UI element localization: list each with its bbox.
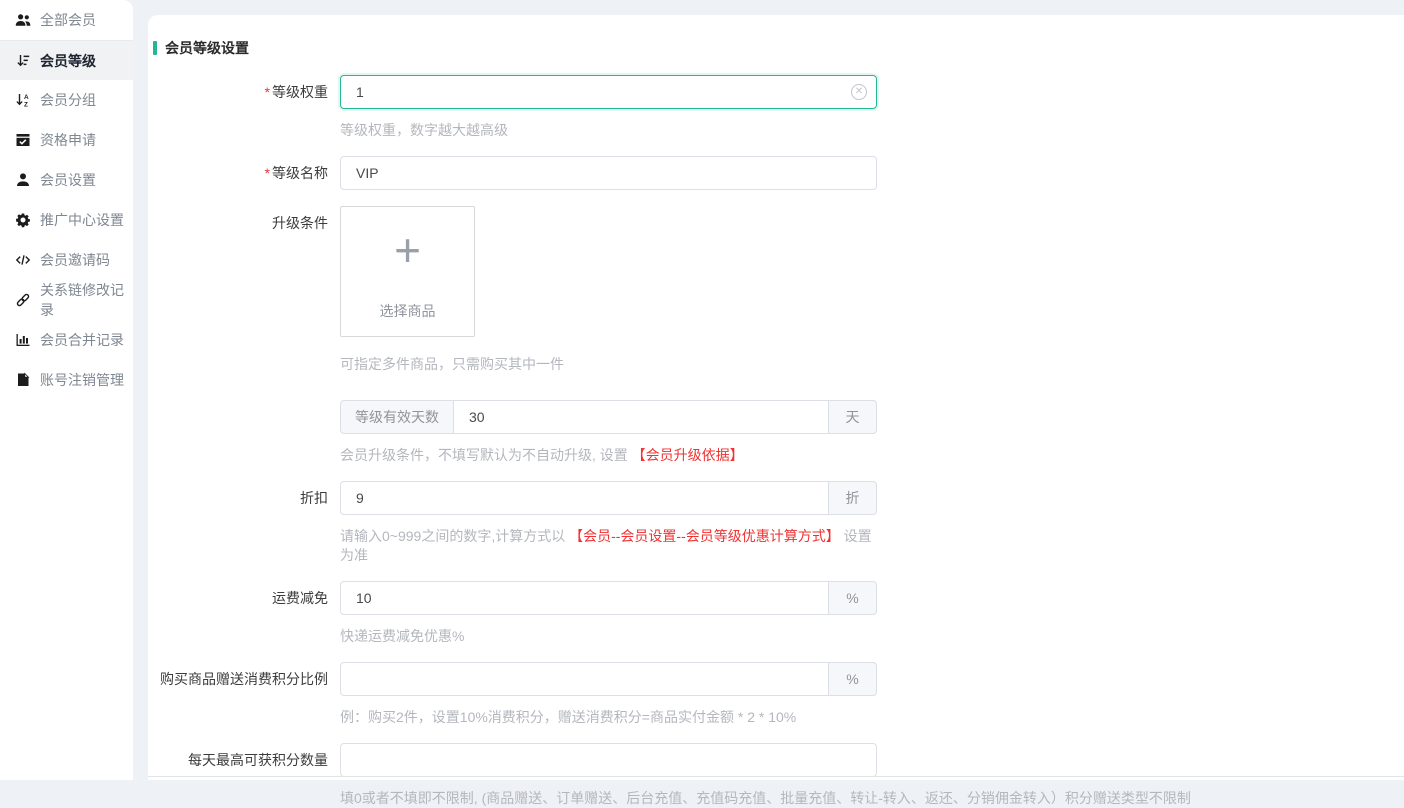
- code-icon: [14, 252, 31, 269]
- points-ratio-unit: %: [829, 662, 877, 696]
- sidebar-item-label: 推广中心设置: [40, 210, 124, 230]
- sidebar-item-label: 会员邀请码: [40, 250, 110, 270]
- sidebar: 全部会员 会员等级 AZ 会员分组 资格申请 会员设置 推广中心设置 会员邀请码…: [0, 0, 133, 780]
- level-weight-input[interactable]: [340, 75, 877, 109]
- select-product-text: 选择商品: [380, 301, 436, 321]
- level-name-input[interactable]: [340, 156, 877, 190]
- sidebar-item-member-settings[interactable]: 会员设置: [0, 160, 133, 200]
- daily-max-points-input[interactable]: [340, 743, 877, 777]
- sidebar-item-merge-log[interactable]: 会员合并记录: [0, 320, 133, 360]
- level-weight-input-wrap: ✕: [340, 75, 877, 109]
- link-icon: [14, 292, 31, 309]
- form-row-level-name: *等级名称: [153, 156, 1404, 190]
- upgrade-condition-label: 升级条件: [153, 206, 340, 240]
- shipping-discount-input[interactable]: [340, 581, 829, 615]
- form-row-level-weight: *等级权重 ✕ 等级权重，数字越大越高级: [153, 75, 1404, 140]
- file-copy-icon: [14, 372, 31, 389]
- level-name-label: *等级名称: [153, 156, 340, 190]
- sidebar-item-account-cancellation[interactable]: 账号注销管理: [0, 360, 133, 400]
- sidebar-item-label: 会员设置: [40, 170, 96, 190]
- required-mark: *: [265, 84, 270, 100]
- card-bottom-divider: [148, 776, 1404, 777]
- inbox-check-icon: [14, 132, 31, 149]
- discount-help: 请输入0~999之间的数字,计算方式以 【会员--会员设置--会员等级优惠计算方…: [340, 527, 877, 565]
- sidebar-item-all-members[interactable]: 全部会员: [0, 0, 133, 40]
- sort-alpha-icon: AZ: [14, 92, 31, 109]
- sidebar-item-label: 资格申请: [40, 130, 96, 150]
- sidebar-item-label: 账号注销管理: [40, 370, 124, 390]
- sidebar-item-label: 关系链修改记录: [40, 280, 133, 320]
- form-row-upgrade-condition: 升级条件 + 选择商品 可指定多件商品，只需购买其中一件: [153, 206, 1404, 374]
- form-row-shipping-discount: 运费减免 % 快递运费减免优惠%: [153, 581, 1404, 646]
- daily-max-points-input-wrap: [340, 743, 877, 777]
- form-row-discount: 折扣 折 请输入0~999之间的数字,计算方式以 【会员--会员设置--会员等级…: [153, 481, 1404, 565]
- discount-input[interactable]: [340, 481, 829, 515]
- level-weight-label: *等级权重: [153, 75, 340, 140]
- svg-text:Z: Z: [24, 102, 28, 109]
- valid-days-input[interactable]: [453, 400, 829, 434]
- valid-days-prepend: 等级有效天数: [340, 400, 453, 434]
- valid-days-help: 会员升级条件，不填写默认为不自动升级, 设置 【会员升级依据】: [340, 446, 877, 465]
- sidebar-item-label: 会员等级: [40, 51, 96, 71]
- discount-unit: 折: [829, 481, 877, 515]
- page-title: 会员等级设置: [153, 38, 1404, 58]
- valid-days-group: 等级有效天数 天: [340, 400, 877, 434]
- daily-max-points-help: 填0或者不填即不限制, (商品赠送、订单赠送、后台充值、充值码充值、批量充值、转…: [340, 789, 1240, 808]
- plus-icon: +: [394, 227, 421, 273]
- discount-calc-link[interactable]: 【会员--会员设置--会员等级优惠计算方式】: [569, 528, 840, 544]
- select-product-uploader[interactable]: + 选择商品: [340, 206, 475, 337]
- sidebar-item-label: 会员分组: [40, 90, 96, 110]
- sidebar-item-relation-log[interactable]: 关系链修改记录: [0, 280, 133, 320]
- sidebar-item-label: 会员合并记录: [40, 330, 124, 350]
- points-ratio-help: 例：购买2件，设置10%消费积分，赠送消费积分=商品实付金额 * 2 * 10%: [340, 708, 877, 727]
- svg-text:A: A: [24, 94, 29, 101]
- valid-days-unit: 天: [829, 400, 877, 434]
- required-mark: *: [265, 165, 270, 181]
- form-row-points-ratio: 购买商品赠送消费积分比例 % 例：购买2件，设置10%消费积分，赠送消费积分=商…: [153, 662, 1404, 727]
- points-ratio-label: 购买商品赠送消费积分比例: [153, 662, 340, 727]
- bar-chart-icon: [14, 332, 31, 349]
- shipping-discount-group: %: [340, 581, 877, 615]
- shipping-discount-label: 运费减免: [153, 581, 340, 646]
- main-panel: 会员等级设置 *等级权重 ✕ 等级权重，数字越大越高级 *等级名称: [148, 15, 1404, 780]
- page-title-text: 会员等级设置: [165, 38, 249, 58]
- discount-label: 折扣: [153, 481, 340, 565]
- user-icon: [14, 172, 31, 189]
- points-ratio-input[interactable]: [340, 662, 829, 696]
- sidebar-item-member-groups[interactable]: AZ 会员分组: [0, 80, 133, 120]
- level-name-input-wrap: [340, 156, 877, 190]
- form-row-valid-days: 等级有效天数 天 会员升级条件，不填写默认为不自动升级, 设置 【会员升级依据】: [153, 400, 1404, 465]
- member-level-form: *等级权重 ✕ 等级权重，数字越大越高级 *等级名称 升级: [153, 75, 1404, 808]
- sidebar-item-label: 全部会员: [40, 10, 96, 30]
- shipping-discount-unit: %: [829, 581, 877, 615]
- sidebar-item-promotion-settings[interactable]: 推广中心设置: [0, 200, 133, 240]
- shipping-discount-help: 快递运费减免优惠%: [340, 627, 877, 646]
- valid-days-label-spacer: [153, 400, 340, 465]
- sidebar-item-invite-code[interactable]: 会员邀请码: [0, 240, 133, 280]
- sidebar-item-member-level[interactable]: 会员等级: [0, 40, 133, 80]
- clear-input-icon[interactable]: ✕: [851, 84, 867, 100]
- level-weight-help: 等级权重，数字越大越高级: [340, 121, 877, 140]
- title-accent-bar: [153, 41, 157, 55]
- sort-amount-icon: [14, 52, 31, 69]
- users-icon: [14, 12, 31, 29]
- upgrade-basis-link[interactable]: 【会员升级依据】: [632, 447, 744, 463]
- gear-icon: [14, 212, 31, 229]
- points-ratio-group: %: [340, 662, 877, 696]
- sidebar-item-qualification[interactable]: 资格申请: [0, 120, 133, 160]
- upgrade-condition-help: 可指定多件商品，只需购买其中一件: [340, 355, 877, 374]
- discount-group: 折: [340, 481, 877, 515]
